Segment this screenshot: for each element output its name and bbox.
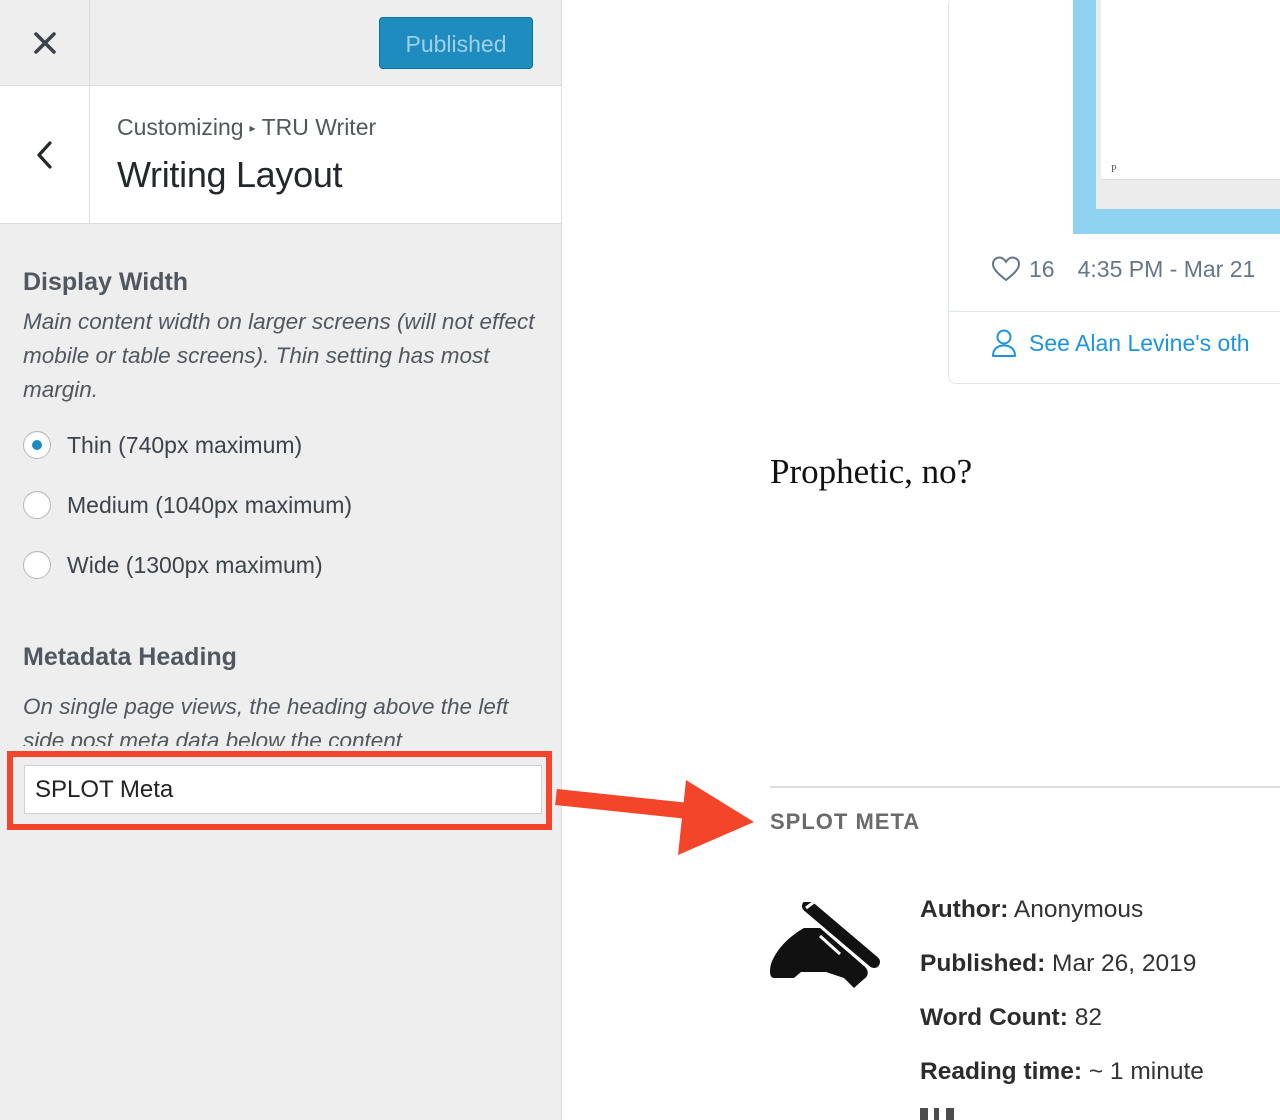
meta-next-line-partial <box>920 1108 980 1120</box>
meta-word-count: Word Count: 82 <box>920 1004 1102 1032</box>
meta-published: Published: Mar 26, 2019 <box>920 950 1196 978</box>
customizer-header: Published <box>0 0 561 86</box>
tweet-image[interactable]: P <box>1073 0 1280 234</box>
meta-word-count-value: 82 <box>1074 1004 1102 1031</box>
meta-reading-time-value: ~ 1 minute <box>1088 1058 1204 1085</box>
tweet-image-page: P <box>1101 0 1280 180</box>
display-width-title: Display Width <box>23 268 189 296</box>
radio-button-wide[interactable] <box>23 551 51 579</box>
meta-published-label: Published: <box>920 950 1046 977</box>
meta-author: Author: Anonymous <box>920 896 1143 924</box>
writing-hand-icon <box>770 902 880 988</box>
meta-author-label: Author: <box>920 896 1009 923</box>
post-text: Prophetic, no? <box>770 452 973 491</box>
radio-option-thin[interactable]: Thin (740px maximum) <box>23 429 302 461</box>
section-header: Customizing ▸ TRU Writer Writing Layout <box>0 86 561 224</box>
tweet-stats: 16 4:35 PM - Mar 21 <box>991 253 1255 285</box>
meta-published-value: Mar 26, 2019 <box>1052 950 1197 977</box>
tweet-divider <box>949 311 1280 312</box>
highlight-box <box>7 751 552 830</box>
tweet-image-letter: P <box>1111 164 1117 175</box>
user-icon <box>992 329 1016 357</box>
metadata-heading-description: On single page views, the heading above … <box>23 694 509 746</box>
radio-option-medium[interactable]: Medium (1040px maximum) <box>23 489 352 521</box>
radio-label-thin: Thin (740px maximum) <box>67 431 303 458</box>
customizer-sidebar: Published Customizing ▸ TRU Writer Writing… <box>0 0 562 1120</box>
tweet-profile-link-text[interactable]: See Alan Levine's oth <box>1029 330 1250 357</box>
radio-label-wide: Wide (1300px maximum) <box>67 551 323 578</box>
tweet-timestamp[interactable]: 4:35 PM - Mar 21 <box>1078 256 1256 283</box>
meta-reading-time: Reading time: ~ 1 minute <box>920 1058 1204 1086</box>
tweet-image-frame: P <box>1096 0 1280 209</box>
close-icon <box>33 31 56 54</box>
tweet-profile-link[interactable]: See Alan Levine's oth <box>991 327 1250 359</box>
display-width-description: Main content width on larger screens (wi… <box>23 309 535 402</box>
close-customizer-button[interactable] <box>0 0 90 85</box>
embedded-tweet[interactable]: P 16 4:35 PM - Mar 21 See Alan Levine's … <box>948 0 1280 384</box>
radio-button-thin[interactable] <box>23 431 51 459</box>
metadata-heading-title: Metadata Heading <box>23 643 237 671</box>
tweet-like-count: 16 <box>1029 255 1055 282</box>
breadcrumb-separator-icon: ▸ <box>249 121 256 135</box>
radio-label-medium: Medium (1040px maximum) <box>67 491 353 518</box>
section-title: Writing Layout <box>117 154 343 195</box>
metadata-heading-input[interactable] <box>24 765 542 814</box>
heart-icon[interactable] <box>991 255 1021 283</box>
back-button[interactable] <box>0 86 90 223</box>
meta-author-value: Anonymous <box>1013 896 1144 923</box>
radio-option-wide[interactable]: Wide (1300px maximum) <box>23 549 323 581</box>
breadcrumb-root: Customizing <box>117 114 244 140</box>
breadcrumb-theme: TRU Writer <box>261 114 377 140</box>
back-chevron-icon <box>36 140 52 169</box>
meta-divider <box>770 786 1280 788</box>
breadcrumb: Customizing ▸ TRU Writer <box>117 114 376 141</box>
publish-button[interactable]: Published <box>379 17 533 69</box>
meta-word-count-label: Word Count: <box>920 1004 1068 1031</box>
meta-heading: SPLOT META <box>770 809 921 834</box>
radio-button-medium[interactable] <box>23 491 51 519</box>
meta-reading-time-label: Reading time: <box>920 1058 1082 1085</box>
site-preview: P 16 4:35 PM - Mar 21 See Alan Levine's … <box>562 0 1280 1120</box>
